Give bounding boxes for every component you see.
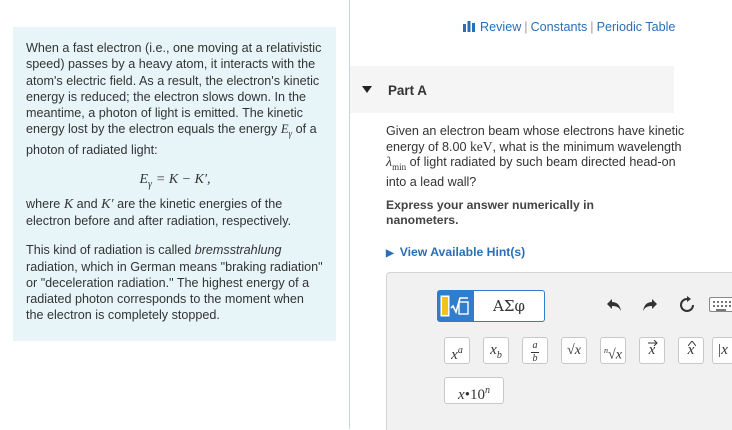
intro-panel: When a fast electron (i.e., one moving a… [13, 27, 336, 341]
energy-equation: Eγ = K − K′, [139, 171, 211, 190]
panel-divider [349, 0, 350, 429]
expand-triangle-icon: ▶ [386, 248, 394, 259]
templates-button[interactable] [437, 290, 473, 322]
intro-text: When a fast electron (i.e., one moving a… [26, 41, 322, 137]
review-bars-icon [463, 21, 475, 32]
bremsstrahlung-term: bremsstrahlung [194, 243, 282, 258]
question-text: Given an electron beam whose electrons h… [386, 124, 685, 189]
templates-icon [440, 295, 469, 317]
undo-icon[interactable] [603, 293, 625, 317]
unit-vector-button[interactable]: x [678, 337, 704, 364]
redo-icon[interactable] [639, 293, 661, 317]
kev-unit: keV [470, 139, 493, 154]
constants-link[interactable]: Constants [531, 20, 588, 34]
greek-symbols-button[interactable]: ΑΣφ [473, 290, 545, 322]
intro-paragraph: When a fast electron (i.e., one moving a… [26, 40, 324, 159]
periodic-table-link[interactable]: Periodic Table [597, 20, 676, 34]
answer-instruction: Express your answer numerically in nanom… [386, 198, 594, 227]
bremsstrahlung-paragraph: This kind of radiation is called bremsst… [26, 243, 323, 323]
collapse-caret-icon[interactable] [362, 86, 372, 93]
hat-icon [688, 341, 696, 346]
resource-links: Review | Constants | Periodic Table [463, 20, 675, 34]
superscript-button[interactable]: xa [444, 337, 470, 364]
vector-arrow-icon [648, 340, 658, 346]
vector-button[interactable]: x [639, 337, 665, 364]
lambda-min-symbol: λmin [386, 155, 407, 172]
nth-root-button[interactable]: n√x [600, 337, 626, 364]
keyboard-icon[interactable] [709, 297, 732, 312]
fraction-button[interactable]: ab [522, 337, 548, 364]
review-link[interactable]: Review [480, 20, 521, 34]
photon-energy-symbol: Eγ [280, 122, 293, 139]
definition-paragraph: where K and K′ are the kinetic energies … [26, 196, 292, 228]
square-root-button[interactable]: √x [561, 337, 587, 364]
view-hints-link[interactable]: ▶ View Available Hint(s) [386, 245, 525, 259]
reset-icon[interactable] [676, 293, 698, 317]
part-title: Part A [388, 83, 427, 98]
scientific-notation-button[interactable]: x•10n [444, 377, 504, 404]
subscript-button[interactable]: xb [483, 337, 509, 364]
absolute-value-button[interactable]: |x [712, 337, 732, 364]
